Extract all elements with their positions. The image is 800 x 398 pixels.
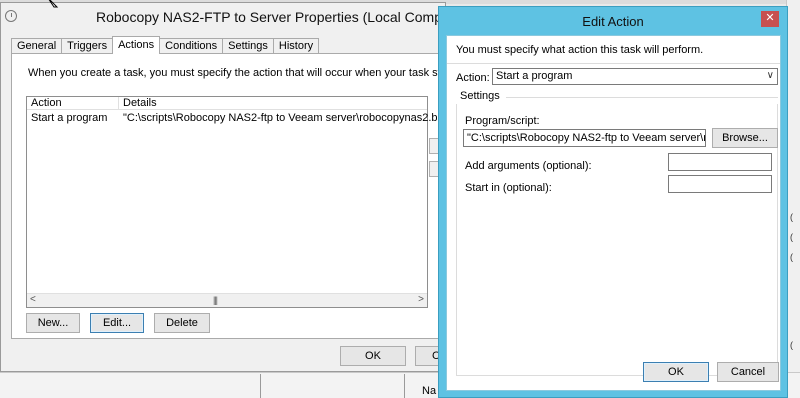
- browse-label: Browse...: [722, 132, 768, 144]
- row-action: Start a program: [31, 112, 108, 124]
- edit-action-instruction: You must specify what action this task w…: [456, 44, 704, 56]
- edit-action-button[interactable]: Edit...: [90, 313, 144, 333]
- tab-triggers[interactable]: Triggers: [61, 38, 114, 54]
- actions-list-header: Action Details: [27, 97, 427, 110]
- row-details: "C:\scripts\Robocopy NAS2-ftp to Veeam s…: [123, 112, 451, 124]
- browse-button[interactable]: Browse...: [712, 128, 778, 148]
- background-mark: (: [790, 232, 793, 242]
- actions-intro-text: When you create a task, you must specify…: [28, 67, 463, 79]
- scroll-left-icon[interactable]: <: [30, 294, 36, 305]
- action-dropdown[interactable]: Start a program ∨: [492, 68, 778, 85]
- column-header-details[interactable]: Details: [123, 97, 157, 109]
- divider: [447, 63, 780, 64]
- edit-cancel-label: Cancel: [730, 366, 766, 378]
- actions-tab-panel: When you create a task, you must specify…: [11, 53, 462, 339]
- close-icon[interactable]: ✕: [761, 11, 779, 27]
- add-arguments-input[interactable]: [668, 153, 772, 171]
- background-column-header: Na: [422, 385, 437, 397]
- background-column-divider: [404, 374, 405, 398]
- edit-ok-label: OK: [668, 366, 684, 378]
- background-mark: (: [790, 340, 793, 350]
- mouse-cursor-icon: [48, 0, 59, 8]
- edit-action-title: Edit Action: [582, 14, 644, 29]
- program-script-label: Program/script:: [465, 115, 540, 127]
- action-dropdown-value: Start a program: [496, 70, 573, 82]
- properties-tab-bar: General Triggers Actions Conditions Sett…: [11, 36, 320, 54]
- delete-action-button[interactable]: Delete: [154, 313, 210, 333]
- edit-action-label: Edit...: [102, 317, 132, 329]
- start-in-label: Start in (optional):: [465, 182, 552, 194]
- properties-title: Robocopy NAS2-FTP to Server Properties (…: [96, 9, 471, 25]
- tab-history[interactable]: History: [272, 38, 320, 54]
- table-row[interactable]: Start a program "C:\scripts\Robocopy NAS…: [27, 111, 451, 125]
- edit-action-body: You must specify what action this task w…: [446, 35, 781, 391]
- column-header-action[interactable]: Action: [31, 97, 62, 109]
- edit-ok-button[interactable]: OK: [643, 362, 709, 382]
- chevron-down-icon[interactable]: ∨: [767, 70, 774, 81]
- action-label: Action:: [456, 72, 490, 84]
- program-script-input[interactable]: "C:\scripts\Robocopy NAS2-ftp to Veeam s…: [463, 129, 706, 147]
- start-in-input[interactable]: [668, 175, 772, 193]
- program-script-value: "C:\scripts\Robocopy NAS2-ftp to Veeam s…: [467, 132, 705, 144]
- background-column-divider: [260, 374, 261, 398]
- scroll-right-icon[interactable]: >: [418, 294, 424, 305]
- tab-conditions[interactable]: Conditions: [159, 38, 224, 54]
- background-right-panel: ( ( ( (: [786, 0, 800, 398]
- tab-general[interactable]: General: [11, 38, 63, 54]
- settings-group-border: [506, 97, 778, 98]
- new-action-label: New...: [37, 317, 69, 329]
- delete-action-label: Delete: [166, 317, 198, 329]
- properties-titlebar[interactable]: Robocopy NAS2-FTP to Server Properties (…: [1, 3, 471, 31]
- background-mark: (: [790, 212, 793, 222]
- task-clock-icon: [5, 10, 17, 22]
- tab-actions[interactable]: Actions: [112, 36, 161, 54]
- new-action-button[interactable]: New...: [26, 313, 80, 333]
- settings-group-label: Settings: [460, 90, 500, 102]
- scroll-thumb[interactable]: |||: [213, 295, 218, 305]
- add-arguments-label: Add arguments (optional):: [465, 160, 592, 172]
- task-properties-window: Robocopy NAS2-FTP to Server Properties (…: [0, 2, 471, 372]
- background-mark: (: [790, 252, 793, 262]
- column-divider[interactable]: [118, 97, 119, 110]
- actions-list[interactable]: Action Details Start a program "C:\scrip…: [26, 96, 451, 308]
- edit-action-dialog: Edit Action ✕ You must specify what acti…: [438, 6, 788, 398]
- edit-cancel-button[interactable]: Cancel: [717, 362, 779, 382]
- horizontal-scrollbar[interactable]: < ||| >: [27, 293, 427, 307]
- properties-ok-label: OK: [365, 350, 381, 362]
- properties-ok-button[interactable]: OK: [340, 346, 406, 366]
- tab-settings[interactable]: Settings: [222, 38, 274, 54]
